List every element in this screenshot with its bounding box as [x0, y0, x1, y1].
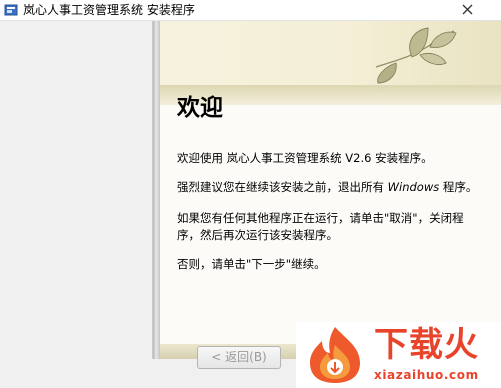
watermark-brand: 下载火: [374, 325, 479, 365]
windows-word: Windows: [387, 180, 440, 194]
cancel-instruction-line2: 序，然后再次运行该安装程序。: [177, 228, 338, 242]
cancel-instruction-line1: 如果您有任何其他程序正在运行，请单击"取消"，关闭程: [177, 211, 464, 225]
watermark-domain: xiazaihuo.com: [374, 368, 479, 382]
close-button[interactable]: [436, 0, 501, 20]
flame-logo-icon: [310, 327, 360, 383]
window-title: 岚心人事工资管理系统 安装程序: [23, 3, 195, 17]
title-bar: 岚心人事工资管理系统 安装程序: [0, 0, 501, 21]
welcome-heading: 欢迎: [177, 95, 223, 121]
site-watermark: 下载火 xiazaihuo.com: [296, 322, 501, 388]
next-instruction-line: 否则，请单击"下一步"继续。: [177, 257, 326, 271]
leaf-decoration-icon: [375, 27, 457, 84]
close-programs-line: 强烈建议您在继续该安装之前，退出所有 Windows 程序。: [177, 179, 495, 196]
close-programs-suffix: 程序。: [439, 180, 478, 194]
intro-line: 欢迎使用 岚心人事工资管理系统 V2.6 安装程序。: [177, 151, 433, 165]
panel-divider: [153, 21, 160, 359]
installer-window: 岚心人事工资管理系统 安装程序 欢迎 欢迎使用 岚心人事工资管理系统 V2.6 …: [0, 0, 501, 388]
left-side-panel: [0, 21, 153, 359]
installer-app-icon: [4, 4, 18, 16]
close-icon: [462, 4, 473, 15]
close-programs-prefix: 强烈建议您在继续该安装之前，退出所有: [177, 180, 388, 194]
back-button[interactable]: < 返回(B): [197, 346, 281, 369]
